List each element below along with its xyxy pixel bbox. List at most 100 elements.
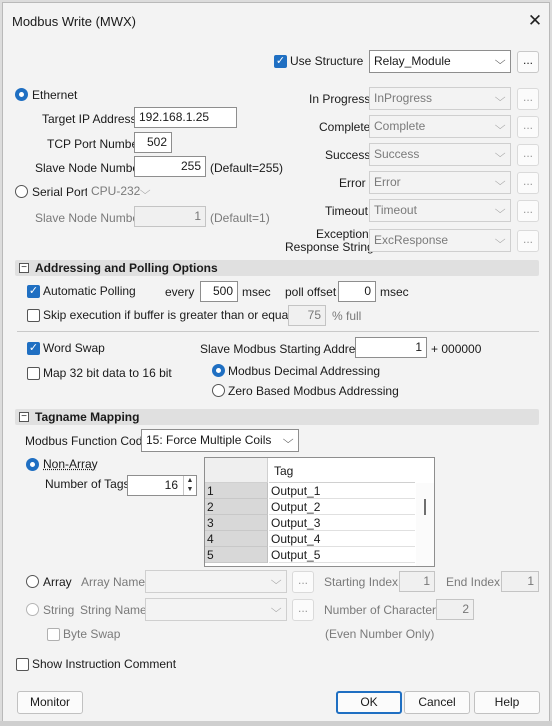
- serial-port-label: Serial Port: [32, 185, 89, 199]
- string-radio[interactable]: [26, 603, 39, 616]
- decimal-addressing-label: Modbus Decimal Addressing: [228, 364, 381, 378]
- structure-select[interactable]: Relay_Module ⌵: [369, 50, 511, 73]
- end-index-input[interactable]: 1: [501, 571, 539, 592]
- slave-node-label: Slave Node Number: [35, 161, 144, 175]
- chevron-down-icon: ⌵: [270, 603, 282, 615]
- ethernet-radio[interactable]: [15, 88, 28, 101]
- array-radio[interactable]: [26, 575, 39, 588]
- show-comment-checkbox[interactable]: [16, 658, 29, 671]
- error-browse-button[interactable]: ...: [517, 172, 539, 194]
- error-label: Error: [339, 176, 366, 190]
- spin-up-icon[interactable]: ▲: [184, 476, 196, 485]
- function-code-select[interactable]: 15: Force Multiple Coils ⌵: [141, 429, 299, 452]
- show-comment-label: Show Instruction Comment: [32, 657, 177, 671]
- collapse-icon[interactable]: −: [19, 412, 29, 422]
- in-progress-browse-button[interactable]: ...: [517, 88, 539, 110]
- timeout-browse-button[interactable]: ...: [517, 200, 539, 222]
- chevron-down-icon: ⌵: [494, 55, 506, 67]
- msec-label-1: msec: [242, 285, 271, 299]
- tcp-port-input[interactable]: 502: [134, 132, 172, 153]
- complete-browse-button[interactable]: ...: [517, 116, 539, 138]
- row-tag[interactable]: Output_5: [269, 547, 415, 563]
- exception-browse-button[interactable]: ...: [517, 230, 539, 252]
- success-select[interactable]: Success ⌵: [369, 143, 511, 166]
- slave-node-default: (Default=255): [210, 161, 284, 175]
- starting-index-label: Starting Index: [324, 575, 399, 589]
- cancel-button[interactable]: Cancel: [404, 691, 470, 714]
- serial-slave-node-default: (Default=1): [210, 211, 270, 225]
- word-swap-label: Word Swap: [43, 341, 105, 355]
- auto-polling-checkbox[interactable]: ✓: [27, 285, 40, 298]
- complete-select[interactable]: Complete ⌵: [369, 115, 511, 138]
- every-input[interactable]: 500: [200, 281, 238, 302]
- tag-grid[interactable]: Tag 1 Output_1 2 Output_2 3 Output_3 4 O…: [204, 457, 435, 567]
- row-tag[interactable]: Output_1: [269, 483, 415, 499]
- decimal-addressing-radio[interactable]: [212, 364, 225, 377]
- ok-button[interactable]: OK: [336, 691, 402, 714]
- tagname-section-title: Tagname Mapping: [35, 410, 140, 424]
- serial-port-radio[interactable]: [15, 185, 28, 198]
- close-icon[interactable]: ✕: [523, 9, 547, 33]
- use-structure-checkbox[interactable]: ✓: [274, 55, 287, 68]
- slave-start-input[interactable]: 1: [355, 337, 427, 358]
- table-row[interactable]: 5 Output_5: [205, 547, 415, 563]
- success-browse-button[interactable]: ...: [517, 144, 539, 166]
- scrollbar-thumb[interactable]: [424, 499, 426, 515]
- row-tag[interactable]: Output_4: [269, 531, 415, 547]
- word-swap-checkbox[interactable]: ✓: [27, 342, 40, 355]
- ethernet-label: Ethernet: [32, 88, 78, 102]
- tcp-port-label: TCP Port Number: [47, 137, 143, 151]
- table-row[interactable]: 2 Output_2: [205, 499, 415, 515]
- monitor-button[interactable]: Monitor: [17, 691, 83, 714]
- serial-port-select[interactable]: CPU-232 ⌵: [87, 181, 155, 204]
- skip-percent-input[interactable]: 75: [288, 305, 326, 326]
- use-structure-label: Use Structure: [290, 54, 364, 68]
- background-strip: [0, 721, 552, 726]
- success-label: Success: [325, 148, 371, 162]
- in-progress-select[interactable]: InProgress ⌵: [369, 87, 511, 110]
- serial-slave-node-input[interactable]: 1: [134, 206, 206, 227]
- even-only-note: (Even Number Only): [325, 627, 435, 641]
- table-row[interactable]: 3 Output_3: [205, 515, 415, 531]
- row-tag[interactable]: Output_3: [269, 515, 415, 531]
- addressing-section-header[interactable]: − Addressing and Polling Options: [15, 260, 539, 276]
- timeout-select[interactable]: Timeout ⌵: [369, 199, 511, 222]
- array-browse-button[interactable]: ...: [292, 571, 314, 593]
- num-chars-input[interactable]: 2: [436, 599, 474, 620]
- row-tag[interactable]: Output_2: [269, 499, 415, 515]
- num-tags-input[interactable]: 16 ▲ ▼: [127, 475, 197, 496]
- every-label: every: [165, 285, 195, 299]
- spin-down-icon[interactable]: ▼: [184, 485, 196, 494]
- exception-select[interactable]: ExcResponse ⌵: [369, 229, 511, 252]
- starting-index-input[interactable]: 1: [399, 571, 435, 592]
- grid-scrollbar[interactable]: [416, 483, 434, 566]
- chevron-down-icon: ⌵: [494, 176, 506, 188]
- non-array-radio[interactable]: [26, 458, 39, 471]
- num-chars-label: Number of Characters: [324, 603, 443, 617]
- table-row[interactable]: 1 Output_1: [205, 483, 415, 499]
- string-name-select[interactable]: ⌵: [145, 598, 287, 621]
- skip-execution-checkbox[interactable]: [27, 309, 40, 322]
- string-browse-button[interactable]: ...: [292, 599, 314, 621]
- slave-start-label: Slave Modbus Starting Address: [200, 342, 368, 356]
- byte-swap-checkbox[interactable]: [47, 628, 60, 641]
- slave-start-suffix: + 000000: [431, 342, 482, 356]
- tagname-section-header[interactable]: − Tagname Mapping: [15, 409, 539, 425]
- table-row[interactable]: 4 Output_4: [205, 531, 415, 547]
- addressing-section-title: Addressing and Polling Options: [35, 261, 218, 275]
- poll-offset-input[interactable]: 0: [338, 281, 376, 302]
- success-value: Success: [374, 147, 420, 161]
- map32-checkbox[interactable]: [27, 367, 40, 380]
- target-ip-input[interactable]: 192.168.1.25: [134, 107, 237, 128]
- complete-label: Complete: [319, 120, 371, 134]
- error-select[interactable]: Error ⌵: [369, 171, 511, 194]
- byte-swap-label: Byte Swap: [63, 627, 121, 641]
- collapse-icon[interactable]: −: [19, 263, 29, 273]
- num-tags-spinner[interactable]: ▲ ▼: [183, 476, 196, 495]
- help-button[interactable]: Help: [474, 691, 540, 714]
- structure-browse-button[interactable]: ...: [517, 51, 539, 73]
- zero-based-addressing-radio[interactable]: [212, 384, 225, 397]
- in-progress-label: In Progress: [309, 92, 371, 106]
- slave-node-input[interactable]: 255: [134, 156, 206, 177]
- array-name-select[interactable]: ⌵: [145, 570, 287, 593]
